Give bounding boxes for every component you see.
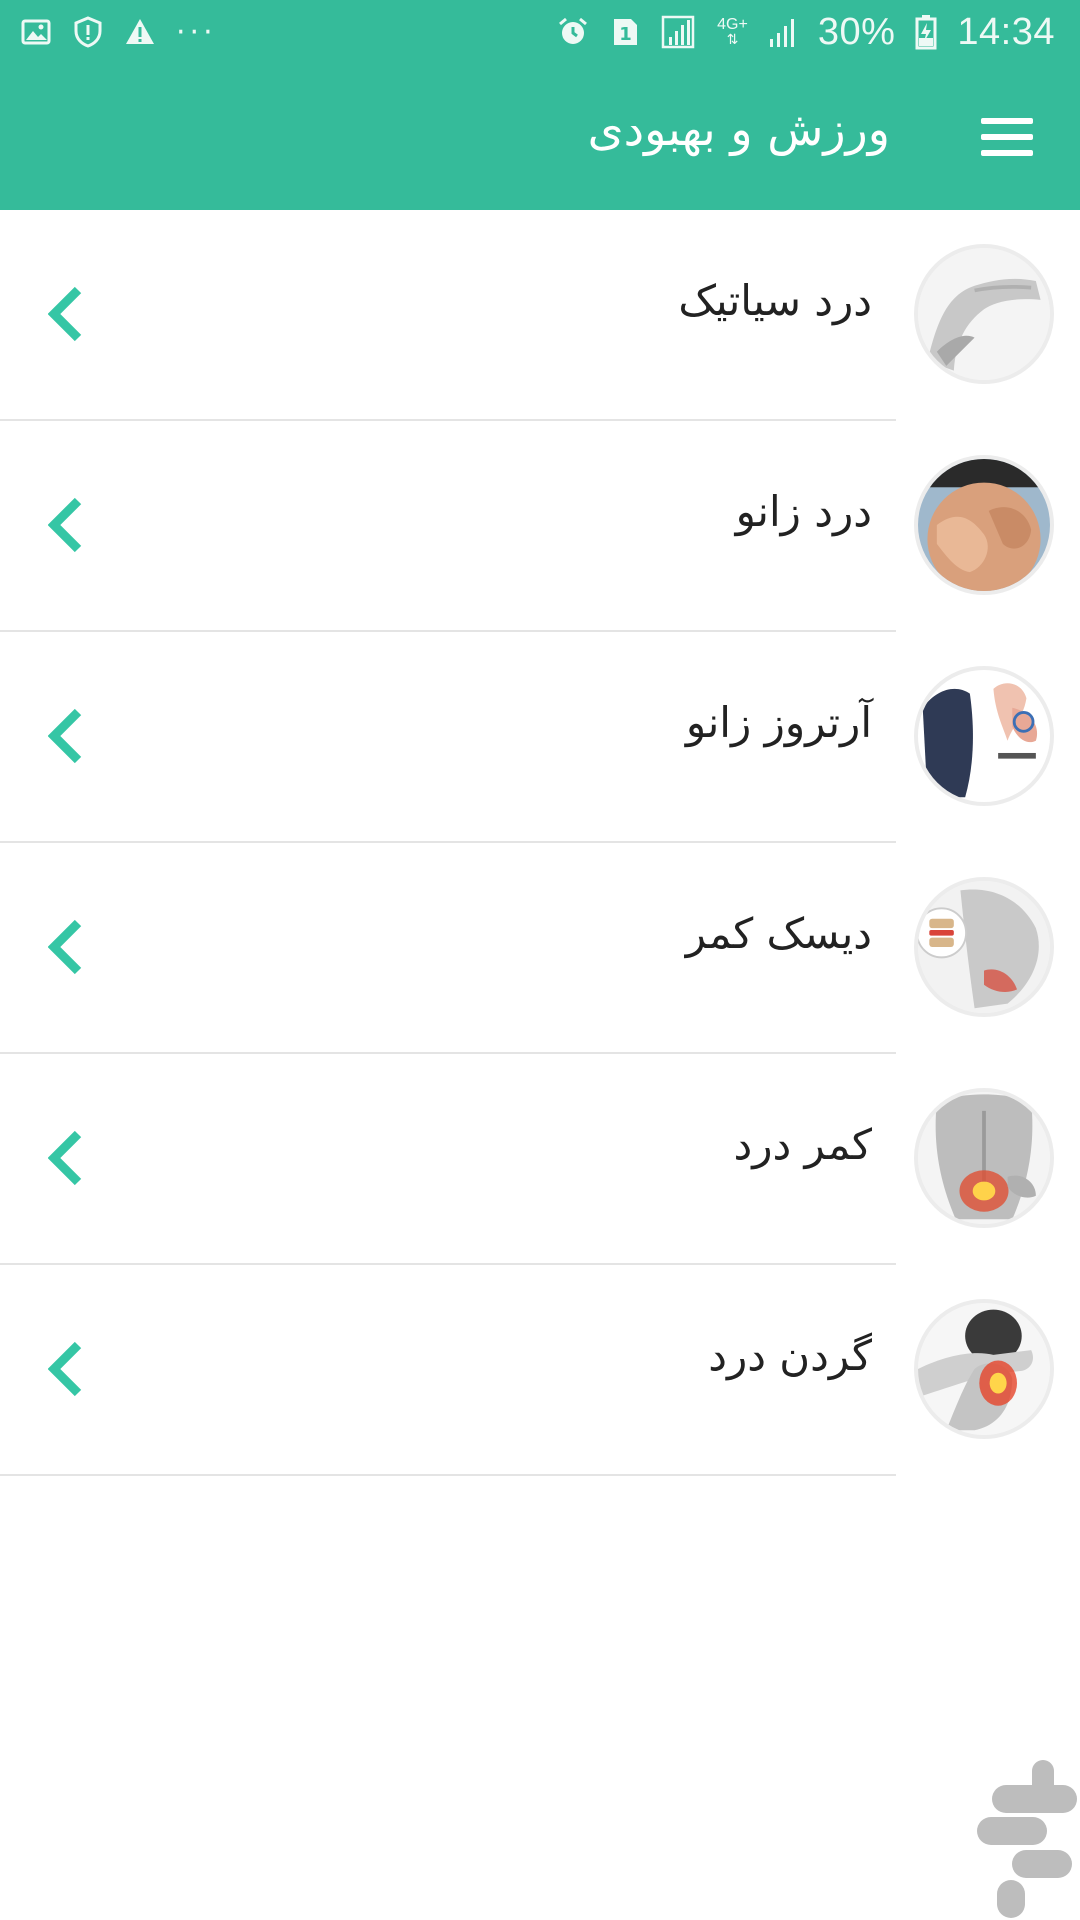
page-title: ورزش و بهبودی xyxy=(587,102,890,156)
battery-charging-icon xyxy=(915,14,937,50)
back-pain-thumbnail xyxy=(914,1088,1054,1228)
warning-icon xyxy=(124,16,156,48)
chevron-left-icon xyxy=(48,286,82,342)
network-type: 4G+ ⇅ xyxy=(717,16,748,48)
menu-line xyxy=(981,150,1033,156)
gallery-icon xyxy=(20,16,52,48)
neck-pain-thumbnail xyxy=(914,1299,1054,1439)
sim-icon: 1 xyxy=(609,16,641,48)
network-type-label: 4G+ xyxy=(717,16,748,33)
knee-arthrosis-thumbnail xyxy=(914,666,1054,806)
alarm-icon xyxy=(557,16,589,48)
signal-icon xyxy=(768,15,798,49)
store-logo-watermark xyxy=(977,1760,1077,1918)
menu-line xyxy=(981,134,1033,140)
list-item-label: گردن درد xyxy=(708,1331,872,1380)
divider xyxy=(0,1474,896,1476)
list-item-label: آرتروز زانو xyxy=(685,698,872,747)
list-item-sciatica-pain[interactable]: درد سیاتیک xyxy=(0,210,1080,421)
chevron-left-icon xyxy=(48,1130,82,1186)
list-item-spinal-disc[interactable]: دیسک کمر xyxy=(0,843,1080,1054)
list-item-knee-pain[interactable]: درد زانو xyxy=(0,421,1080,632)
chevron-left-icon xyxy=(48,1341,82,1397)
chevron-left-icon xyxy=(48,708,82,764)
list-item-knee-arthrosis[interactable]: آرتروز زانو xyxy=(0,632,1080,843)
category-list: درد سیاتیک درد زانو آرتروز زانو دیسک کمر… xyxy=(0,210,1080,1476)
hamburger-menu-icon[interactable] xyxy=(974,104,1040,170)
battery-percent: 30% xyxy=(817,10,896,53)
chevron-left-icon xyxy=(48,919,82,975)
status-left: ··· xyxy=(20,15,217,50)
sim-slot-number: 1 xyxy=(619,24,632,45)
overflow-dots: ··· xyxy=(176,14,217,50)
spinal-disc-thumbnail xyxy=(914,877,1054,1017)
chevron-left-icon xyxy=(48,497,82,553)
sciatica-thumbnail xyxy=(914,244,1054,384)
menu-line xyxy=(981,118,1033,124)
list-item-neck-pain[interactable]: گردن درد xyxy=(0,1265,1080,1476)
list-item-label: درد سیاتیک xyxy=(678,276,872,325)
list-item-label: درد زانو xyxy=(735,487,872,536)
status-right: 1 4G+ ⇅ 30% 14:34 xyxy=(557,11,1055,54)
shield-alert-icon xyxy=(72,16,104,48)
data-arrows-icon: ⇅ xyxy=(726,32,739,48)
list-item-label: دیسک کمر xyxy=(685,909,872,958)
list-item-back-pain[interactable]: کمر درد xyxy=(0,1054,1080,1265)
signal-icon xyxy=(661,15,697,49)
app-bar: ورزش و بهبودی xyxy=(0,64,1080,210)
status-bar: ··· 1 4G+ ⇅ 30% 14:34 xyxy=(0,0,1080,64)
clock: 14:34 xyxy=(957,10,1055,53)
knee-pain-thumbnail xyxy=(914,455,1054,595)
list-item-label: کمر درد xyxy=(733,1120,873,1169)
